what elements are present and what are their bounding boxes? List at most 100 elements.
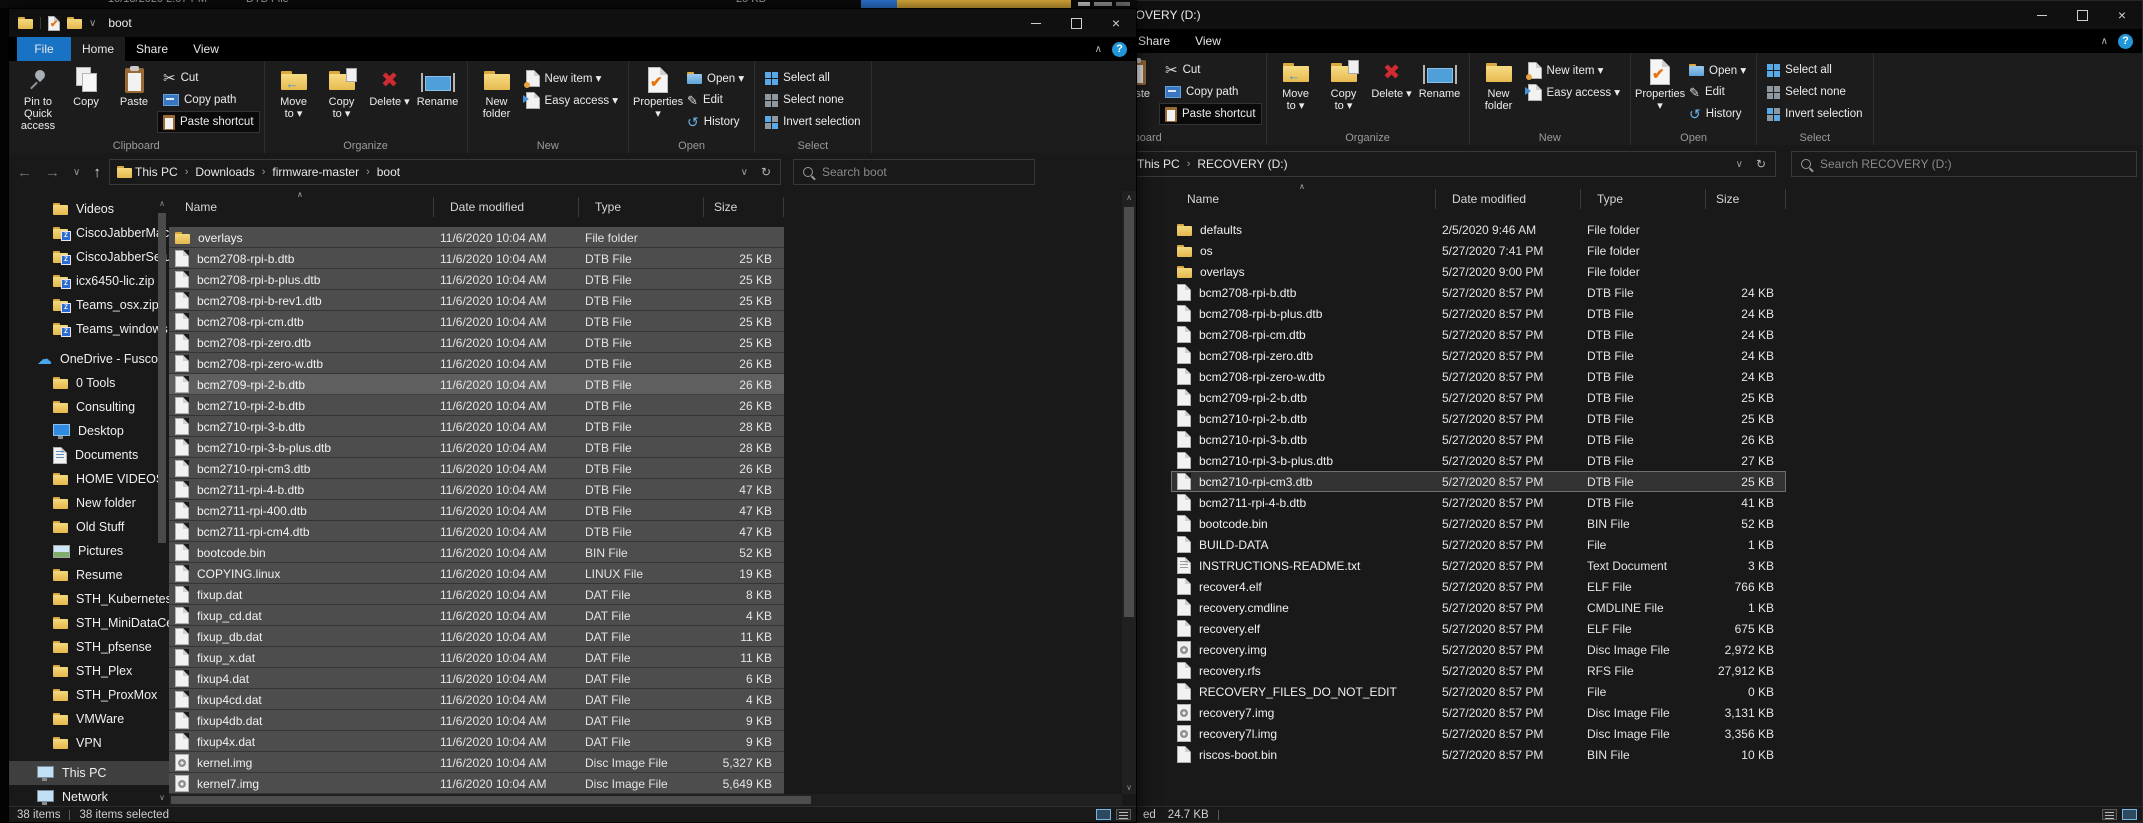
up-icon[interactable]: ↑ (93, 164, 101, 181)
file-row[interactable]: recovery7.img 5/27/2020 8:57 PM Disc Image… (1171, 702, 1786, 723)
copy-button[interactable]: Copy (62, 63, 110, 108)
invert-selection-button[interactable]: Invert selection (760, 112, 865, 132)
open-button[interactable]: Open ▾ (682, 68, 749, 88)
file-row[interactable]: recovery.elf 5/27/2020 8:57 PM ELF File 675… (1171, 618, 1786, 639)
invert-selection-button[interactable]: Invert selection (1762, 104, 1867, 124)
edit-button[interactable]: ✎ Edit (682, 90, 749, 110)
sidebar-item-ciscojabbermac[interactable]: Z CiscoJabberMac (9, 221, 169, 245)
file-row[interactable]: fixup4x.dat 11/6/2020 10:04 AM DAT File 9 K… (169, 731, 784, 752)
file-row[interactable]: bcm2711-rpi-cm4.dtb 11/6/2020 10:04 AM DTB… (169, 521, 784, 542)
refresh-icon[interactable]: ↻ (1756, 157, 1766, 171)
qat-customize-chevron-icon[interactable]: ∨ (89, 18, 96, 29)
column-header-name[interactable]: Name (1171, 189, 1436, 209)
file-row[interactable]: bcm2709-rpi-2-b.dtb 5/27/2020 8:57 PM DTB … (1171, 387, 1786, 408)
file-row[interactable]: bcm2708-rpi-b-rev1.dtb 11/6/2020 10:04 AM… (169, 290, 784, 311)
column-header-date[interactable]: Date modified (1436, 189, 1581, 209)
file-row[interactable]: bcm2711-rpi-4-b.dtb 5/27/2020 8:57 PM DTB … (1171, 492, 1786, 513)
vertical-scrollbar[interactable]: ∧ ∨ (1122, 191, 1136, 794)
breadcrumb-item[interactable]: Downloads (192, 165, 257, 179)
file-row[interactable]: bcm2708-rpi-cm.dtb 5/27/2020 8:57 PM DTB F… (1171, 324, 1786, 345)
delete-button[interactable]: ✖ Delete ▾ (1368, 55, 1416, 101)
edit-button[interactable]: ✎ Edit (1684, 82, 1751, 102)
address-dropdown-chevron-icon[interactable]: ∨ (1736, 159, 1743, 170)
maximize-button[interactable] (2062, 1, 2102, 29)
sidebar-item-network[interactable]: Network (9, 785, 169, 806)
new-folder-button[interactable]: New folder (1475, 55, 1523, 112)
sidebar-item-desktop[interactable]: Desktop (9, 419, 169, 443)
file-row[interactable]: bcm2710-rpi-2-b.dtb 5/27/2020 8:57 PM DTB … (1171, 408, 1786, 429)
select-none-button[interactable]: Select none (760, 90, 865, 110)
file-row[interactable]: bcm2711-rpi-400.dtb 11/6/2020 10:04 AM DTB… (169, 500, 784, 521)
scroll-up-icon[interactable]: ∧ (1122, 193, 1136, 202)
file-row[interactable]: os 5/27/2020 7:41 PM File folder (1171, 240, 1786, 261)
sidebar-item-ciscojabbersetu[interactable]: Z CiscoJabberSetu (9, 245, 169, 269)
file-row[interactable]: bcm2710-rpi-3-b-plus.dtb 11/6/2020 10:04 … (169, 437, 784, 458)
forward-icon[interactable]: → (45, 164, 60, 181)
column-header-name[interactable]: Name (169, 197, 434, 217)
sidebar-item-sth-minidatace[interactable]: STH_MiniDataCe (9, 611, 169, 635)
file-row[interactable]: bcm2708-rpi-b-plus.dtb 11/6/2020 10:04 AM… (169, 269, 784, 290)
select-all-button[interactable]: Select all (760, 68, 865, 88)
sidebar-item-home-videos[interactable]: HOME VIDEOS (9, 467, 169, 491)
details-view-icon[interactable] (1096, 809, 1111, 820)
recent-locations-chevron-icon[interactable]: ∨ (73, 167, 80, 178)
sidebar-item-sth-plex[interactable]: STH_Plex (9, 659, 169, 683)
tab-home[interactable]: Home (71, 37, 125, 61)
title-bar[interactable]: ✔ ∨ boot × (9, 9, 1136, 37)
tab-view[interactable]: View (1181, 29, 1235, 53)
column-header-size[interactable]: Size (1706, 189, 1786, 209)
horizontal-scrollbar[interactable] (169, 794, 1122, 806)
sidebar-item-this-pc[interactable]: This PC (9, 761, 169, 785)
file-row[interactable]: bootcode.bin 11/6/2020 10:04 AM BIN File 52… (169, 542, 784, 563)
sidebar-item-sth-pfsense[interactable]: STH_pfsense (9, 635, 169, 659)
file-row[interactable]: bcm2710-rpi-cm3.dtb 5/27/2020 8:57 PM DTB … (1171, 471, 1786, 492)
help-icon[interactable]: ? (2118, 33, 2133, 49)
file-row[interactable]: bcm2708-rpi-zero-w.dtb 5/27/2020 8:57 PM D… (1171, 366, 1786, 387)
rename-button[interactable]: Rename (1416, 55, 1464, 100)
sidebar-item-videos[interactable]: Videos (9, 197, 169, 221)
search-input[interactable] (1818, 156, 2127, 172)
column-header-type[interactable]: Type (1581, 189, 1706, 209)
file-row[interactable]: fixup4db.dat 11/6/2020 10:04 AM DAT File 9 … (169, 710, 784, 731)
file-row[interactable]: recovery.img 5/27/2020 8:57 PM Disc Image … (1171, 639, 1786, 660)
collapse-ribbon-icon[interactable]: ∧ (1095, 44, 1102, 55)
file-row[interactable]: kernel7.img 11/6/2020 10:04 AM Disc Image … (169, 773, 784, 794)
open-button[interactable]: Open ▾ (1684, 60, 1751, 80)
file-row[interactable]: fixup4.dat 11/6/2020 10:04 AM DAT File 6 KB (169, 668, 784, 689)
file-row[interactable]: overlays 11/6/2020 10:04 AM File folder (169, 227, 784, 248)
rename-button[interactable]: Rename (414, 63, 462, 108)
sidebar-item-onedrive-fusco[interactable]: ☁ OneDrive - Fusco. (9, 347, 169, 371)
easy-access-button[interactable]: Easy access ▾ (521, 90, 624, 110)
move-to-button[interactable]: ← Move to ▾ (1272, 55, 1320, 112)
scrollbar-thumb[interactable] (158, 213, 166, 543)
file-row[interactable]: bcm2708-rpi-zero.dtb 11/6/2020 10:04 AM DT… (169, 332, 784, 353)
copy-path-button[interactable]: Copy path (158, 90, 259, 110)
sidebar-scrollbar[interactable]: ∧ ∨ (157, 199, 167, 802)
collapse-ribbon-icon[interactable]: ∧ (2101, 36, 2108, 47)
file-row[interactable]: bcm2710-rpi-3-b-plus.dtb 5/27/2020 8:57 P… (1171, 450, 1786, 471)
copy-to-button[interactable]: Copy to ▾ (318, 63, 366, 120)
file-row[interactable]: overlays 5/27/2020 9:00 PM File folder (1171, 261, 1786, 282)
cut-button[interactable]: ✂ Cut (1160, 60, 1261, 80)
sidebar-item-consulting[interactable]: Consulting (9, 395, 169, 419)
scrollbar-thumb[interactable] (171, 796, 811, 804)
new-folder-button[interactable]: New folder (473, 63, 521, 120)
sidebar-item-pictures[interactable]: Pictures (9, 539, 169, 563)
file-row[interactable]: recover4.elf 5/27/2020 8:57 PM ELF File 766… (1171, 576, 1786, 597)
qat-new-folder-icon[interactable] (67, 17, 82, 29)
file-row[interactable]: BUILD-DATA 5/27/2020 8:57 PM File 1 KB (1171, 534, 1786, 555)
pin-to-quick-access-button[interactable]: Pin to Quick access (14, 63, 62, 132)
scroll-up-icon[interactable]: ∧ (157, 199, 167, 208)
breadcrumb-item[interactable]: firmware-master (269, 165, 362, 179)
paste-shortcut-button[interactable]: Paste shortcut (1159, 103, 1262, 125)
column-header-date[interactable]: Date modified (434, 197, 579, 217)
close-button[interactable]: × (1096, 9, 1136, 37)
file-row[interactable]: bcm2708-rpi-zero-w.dtb 11/6/2020 10:04 AM… (169, 353, 784, 374)
breadcrumb-item[interactable]: This PC (132, 165, 181, 179)
tab-share[interactable]: Share (125, 37, 179, 61)
file-row[interactable]: bcm2710-rpi-cm3.dtb 11/6/2020 10:04 AM DTB… (169, 458, 784, 479)
file-row[interactable]: fixup_cd.dat 11/6/2020 10:04 AM DAT File 4 … (169, 605, 784, 626)
delete-button[interactable]: ✖ Delete ▾ (366, 63, 414, 109)
sidebar-item-new-folder[interactable]: New folder (9, 491, 169, 515)
file-row[interactable]: bcm2709-rpi-2-b.dtb 11/6/2020 10:04 AM DTB… (169, 374, 784, 395)
